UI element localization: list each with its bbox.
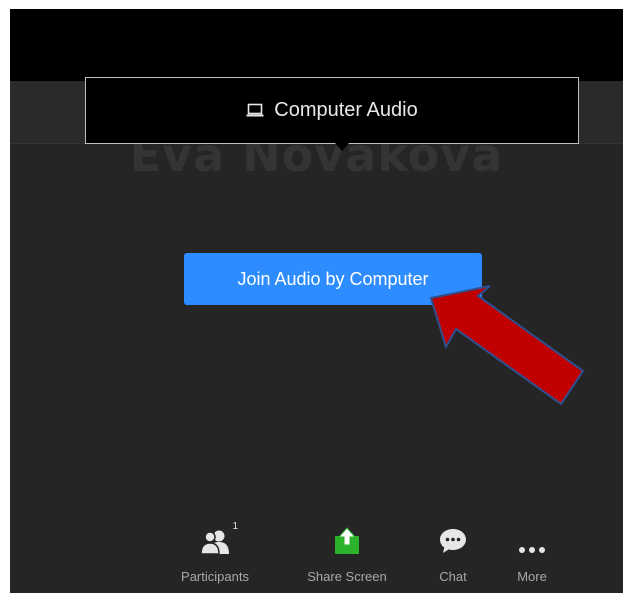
- red-annotation-arrow: [429, 285, 585, 406]
- participants-button[interactable]: 1 Participants: [173, 521, 257, 593]
- meeting-window: Eva Nováková Computer Audio Join Audio b…: [10, 9, 623, 593]
- more-button[interactable]: More: [509, 523, 555, 593]
- share-screen-icon: [335, 527, 359, 554]
- share-screen-label: Share Screen: [307, 569, 387, 584]
- share-screen-button[interactable]: Share Screen: [299, 523, 395, 593]
- more-icon: [519, 547, 545, 553]
- chat-label: Chat: [439, 569, 467, 584]
- participants-count: 1: [232, 521, 238, 532]
- meeting-toolbar: 1 Participants Share Screen Chat More: [10, 521, 623, 593]
- more-label: More: [517, 569, 547, 584]
- participants-icon: [200, 530, 229, 555]
- chat-button[interactable]: Chat: [429, 523, 477, 593]
- chat-icon: [440, 529, 466, 553]
- participants-label: Participants: [181, 569, 249, 584]
